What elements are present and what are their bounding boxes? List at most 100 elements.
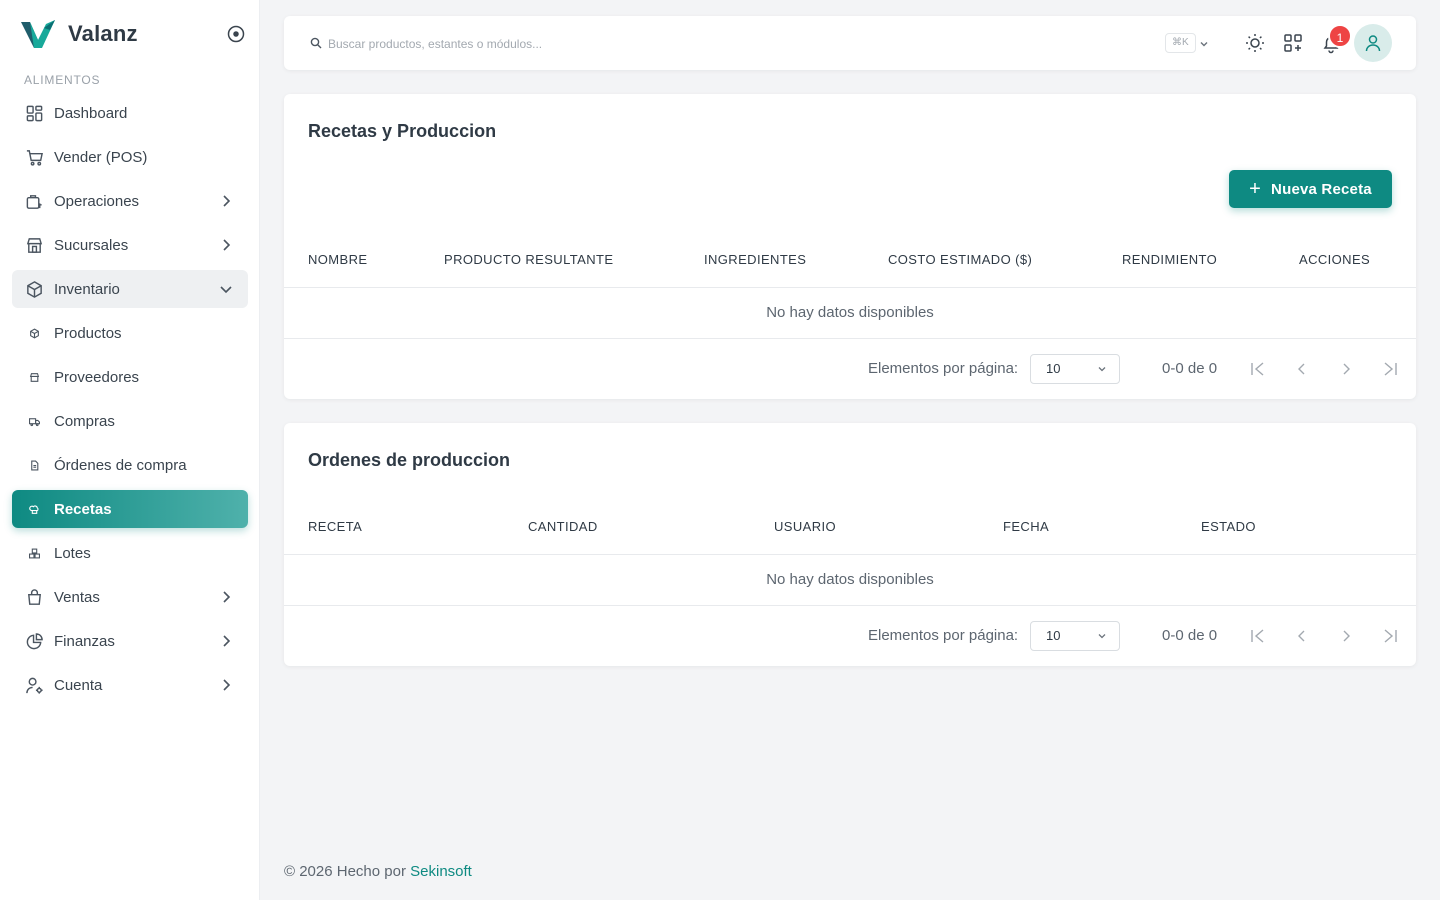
column-header[interactable]: FECHA (1003, 519, 1049, 534)
chevron-down-icon (1098, 367, 1106, 372)
store-icon (24, 235, 44, 255)
column-header[interactable]: ESTADO (1201, 519, 1256, 534)
column-header[interactable]: USUARIO (774, 519, 836, 534)
search-shortcut-badge: ⌘K (1165, 33, 1196, 53)
sidebar-section-label: ALIMENTOS (24, 73, 101, 87)
column-header[interactable]: INGREDIENTES (704, 252, 806, 267)
page-size-label: Elementos por página: (868, 360, 1019, 377)
chevron-right-icon (223, 591, 231, 603)
store-small-icon (24, 367, 44, 387)
brand[interactable]: Valanz (20, 18, 138, 50)
first-page-icon[interactable] (1249, 627, 1267, 645)
sidebar-item-recetas[interactable]: Recetas (12, 490, 248, 528)
sidebar-item-compras[interactable]: Compras (12, 402, 248, 440)
column-header[interactable]: ACCIONES (1299, 252, 1370, 267)
page-size-value: 10 (1046, 361, 1061, 376)
sidebar-item-label: Inventario (54, 280, 120, 298)
production-orders-title: Ordenes de produccion (308, 450, 511, 470)
column-header[interactable]: NOMBRE (308, 252, 367, 267)
page-size-value: 10 (1046, 628, 1061, 643)
last-page-icon[interactable] (1381, 627, 1399, 645)
divider (284, 605, 1416, 606)
sidebar-item-operaciones[interactable]: Operaciones (12, 182, 248, 220)
sidebar-item-dashboard[interactable]: Dashboard (12, 94, 248, 132)
chevron-right-icon (223, 635, 231, 647)
divider (284, 287, 1416, 288)
column-header[interactable]: PRODUCTO RESULTANTE (444, 252, 613, 267)
column-header[interactable]: COSTO ESTIMADO ($) (888, 252, 1032, 267)
recipes-card: Recetas y Produccion + Nueva Receta NOMB… (284, 94, 1416, 399)
page-range: 0-0 de 0 (1162, 627, 1218, 644)
sidebar-nav: Dashboard Vender (POS) Operaciones Sucur… (12, 94, 248, 710)
chevron-right-icon (223, 679, 231, 691)
sidebar-item-pos[interactable]: Vender (POS) (12, 138, 248, 176)
document-icon (24, 455, 44, 475)
empty-state: No hay datos disponibles (766, 304, 934, 321)
sidebar-item-label: Vender (POS) (54, 148, 148, 166)
chevron-down-icon (1098, 634, 1106, 639)
sidebar-item-label: Cuenta (54, 676, 103, 694)
user-settings-icon (24, 675, 44, 695)
previous-page-icon[interactable] (1293, 627, 1311, 645)
next-page-icon[interactable] (1337, 627, 1355, 645)
sidebar-item-lotes[interactable]: Lotes (12, 534, 248, 572)
sidebar-item-ordenes-compra[interactable]: Órdenes de compra (12, 446, 248, 484)
sidebar-item-label: Órdenes de compra (54, 456, 187, 474)
page-size-select[interactable]: 10 (1030, 621, 1120, 651)
dashboard-grid-icon (24, 103, 44, 123)
footer: © 2026 Hecho por Sekinsoft (284, 863, 472, 880)
sidebar-item-proveedores[interactable]: Proveedores (12, 358, 248, 396)
chevron-right-icon (223, 239, 231, 251)
sidebar-item-label: Productos (54, 324, 122, 342)
last-page-icon[interactable] (1381, 360, 1399, 378)
box-icon (24, 279, 44, 299)
sidebar-item-inventario[interactable]: Inventario (12, 270, 248, 308)
new-recipe-label: Nueva Receta (1271, 180, 1372, 198)
plus-icon: + (1249, 178, 1262, 200)
next-page-icon[interactable] (1337, 360, 1355, 378)
sidebar-item-label: Finanzas (54, 632, 115, 650)
page-range: 0-0 de 0 (1162, 360, 1218, 377)
new-recipe-button[interactable]: + Nueva Receta (1229, 170, 1392, 208)
user-icon (1365, 35, 1381, 52)
sun-theme-icon[interactable] (1244, 32, 1266, 54)
column-header[interactable]: CANTIDAD (528, 519, 598, 534)
column-header[interactable]: RENDIMIENTO (1122, 252, 1217, 267)
sidebar-item-productos[interactable]: Productos (12, 314, 248, 352)
footer-brand-link[interactable]: Sekinsoft (410, 863, 472, 880)
divider (284, 554, 1416, 555)
chevron-right-icon (223, 195, 231, 207)
first-page-icon[interactable] (1249, 360, 1267, 378)
sidebar-item-finanzas[interactable]: Finanzas (12, 622, 248, 660)
boxes-icon (24, 543, 44, 563)
page-size-label: Elementos por página: (868, 627, 1019, 644)
previous-page-icon[interactable] (1293, 360, 1311, 378)
search-input[interactable] (328, 33, 928, 55)
briefcase-icon (24, 191, 44, 211)
pie-chart-icon (24, 631, 44, 651)
sidebar: Valanz ALIMENTOS Dashboard Vender (POS) … (0, 0, 260, 900)
avatar[interactable] (1354, 24, 1392, 62)
sidebar-item-label: Recetas (54, 500, 112, 518)
sidebar-item-label: Compras (54, 412, 115, 430)
recipes-title: Recetas y Produccion (308, 121, 497, 141)
sidebar-item-sucursales[interactable]: Sucursales (12, 226, 248, 264)
cart-icon (24, 147, 44, 167)
apps-grid-icon[interactable] (1282, 32, 1304, 54)
divider (284, 338, 1416, 339)
column-header[interactable]: RECETA (308, 519, 362, 534)
notification-badge: 1 (1328, 24, 1352, 48)
box-small-icon (24, 323, 44, 343)
empty-state: No hay datos disponibles (766, 571, 934, 588)
sidebar-item-label: Sucursales (54, 236, 129, 254)
truck-icon (24, 411, 44, 431)
page-size-select[interactable]: 10 (1030, 354, 1120, 384)
sidebar-toggle-icon[interactable] (226, 24, 246, 44)
chevron-down-icon[interactable] (1198, 38, 1210, 50)
sidebar-item-ventas[interactable]: Ventas (12, 578, 248, 616)
production-orders-card: Ordenes de produccion RECETA CANTIDAD US… (284, 423, 1416, 666)
sidebar-item-label: Dashboard (54, 104, 128, 122)
sidebar-item-cuenta[interactable]: Cuenta (12, 666, 248, 704)
shopping-bag-icon (24, 587, 44, 607)
valanz-logo-icon (21, 20, 55, 48)
